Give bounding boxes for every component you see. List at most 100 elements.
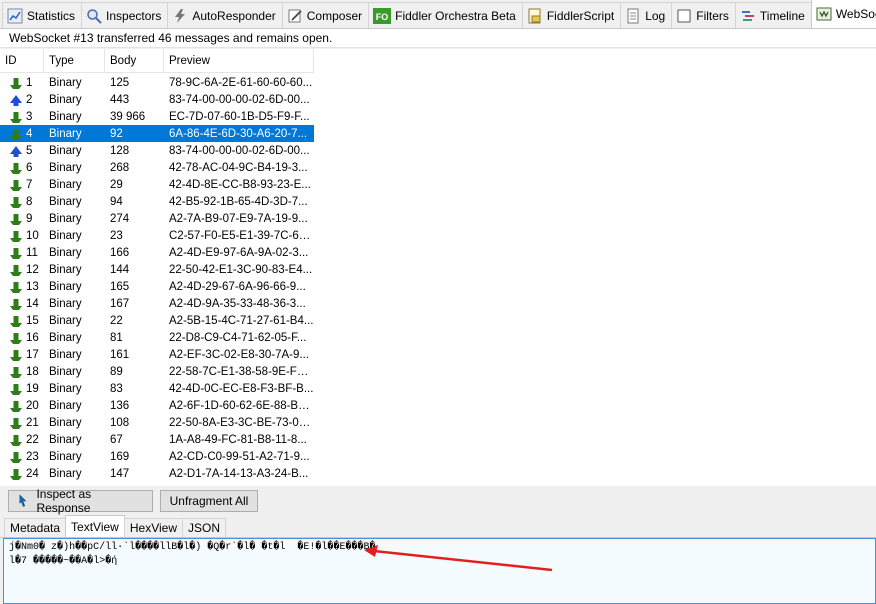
message-type: Binary xyxy=(49,110,82,123)
message-id-cell: 2 xyxy=(0,94,44,106)
message-row[interactable]: 7 Binary 29 42-4D-8E-CC-B8-93-23-E... xyxy=(0,176,314,193)
message-preview: 42-4D-0C-EC-E8-F3-BF-B... xyxy=(169,382,314,395)
message-row[interactable]: 18 Binary 89 22-58-7C-E1-38-58-9E-FE... xyxy=(0,363,314,380)
message-type: Binary xyxy=(49,76,82,89)
inspect-as-response-label: Inspect as Response xyxy=(36,487,92,515)
message-type: Binary xyxy=(49,450,82,463)
message-row[interactable]: 21 Binary 108 22-50-8A-E3-3C-BE-73-00... xyxy=(0,414,314,431)
message-id: 12 xyxy=(26,263,39,276)
subtab-json[interactable]: JSON xyxy=(182,518,227,537)
message-row[interactable]: 6 Binary 268 42-78-AC-04-9C-B4-19-3... xyxy=(0,159,314,176)
column-header-id[interactable]: ID xyxy=(0,49,44,73)
message-row[interactable]: 10 Binary 23 C2-57-F0-E5-E1-39-7C-6E... xyxy=(0,227,314,244)
message-list-header: ID Type Body Preview xyxy=(0,49,314,73)
message-type: Binary xyxy=(49,144,82,157)
message-preview: A2-4D-9A-35-33-48-36-3... xyxy=(169,297,306,310)
message-preview: A2-4D-E9-97-6A-9A-02-3... xyxy=(169,246,309,259)
message-list[interactable]: ID Type Body Preview 1 Binary 125 78-9C-6A-… xyxy=(0,49,876,486)
websocket-icon xyxy=(816,6,832,22)
message-id: 21 xyxy=(26,416,39,429)
tab-filters[interactable]: Filters xyxy=(671,2,736,28)
message-row[interactable]: 22 Binary 67 1A-A8-49-FC-81-B8-11-8... xyxy=(0,431,314,448)
column-header-body[interactable]: Body xyxy=(105,49,164,73)
message-row[interactable]: 11 Binary 166 A2-4D-E9-97-6A-9A-02-3... xyxy=(0,244,314,261)
message-row[interactable]: 14 Binary 167 A2-4D-9A-35-33-48-36-3... xyxy=(0,295,314,312)
message-id: 19 xyxy=(26,382,39,395)
message-row[interactable]: 13 Binary 165 A2-4D-29-67-6A-96-66-9... xyxy=(0,278,314,295)
message-row[interactable]: 4 Binary 92 6A-86-4E-6D-30-A6-20-7... xyxy=(0,125,314,142)
message-type: Binary xyxy=(49,229,82,242)
message-preview: 22-50-8A-E3-3C-BE-73-00... xyxy=(169,416,314,429)
message-row[interactable]: 1 Binary 125 78-9C-6A-2E-61-60-60-60... xyxy=(0,74,314,91)
tab-statistics[interactable]: Statistics xyxy=(2,2,83,28)
tab-log[interactable]: Log xyxy=(620,2,673,28)
message-preview: 22-50-42-E1-3C-90-83-E4... xyxy=(169,263,313,276)
message-row[interactable]: 15 Binary 22 A2-5B-15-4C-71-27-61-B4... xyxy=(0,312,314,329)
message-type: Binary xyxy=(49,331,82,344)
message-preview: A2-5B-15-4C-71-27-61-B4... xyxy=(169,314,314,327)
message-preview: 1A-A8-49-FC-81-B8-11-8... xyxy=(169,433,307,446)
message-id-cell: 14 xyxy=(0,298,44,310)
message-row[interactable]: 24 Binary 147 A2-D1-7A-14-13-A3-24-B... xyxy=(0,465,314,482)
message-preview: A2-CD-C0-99-51-A2-71-9... xyxy=(169,450,310,463)
message-type: Binary xyxy=(49,433,82,446)
message-id-cell: 21 xyxy=(0,417,44,429)
message-id-cell: 1 xyxy=(0,77,44,89)
message-row[interactable]: 17 Binary 161 A2-EF-3C-02-E8-30-7A-9... xyxy=(0,346,314,363)
tab-inspectors[interactable]: Inspectors xyxy=(81,2,169,28)
inspectors-icon xyxy=(86,8,102,24)
message-body-size: 128 xyxy=(110,144,130,157)
message-id: 8 xyxy=(26,195,33,208)
action-button-bar: Inspect as Response Unfragment All xyxy=(0,486,876,516)
message-row[interactable]: 2 Binary 443 83-74-00-00-00-02-6D-00... xyxy=(0,91,314,108)
message-id-cell: 17 xyxy=(0,349,44,361)
message-id: 2 xyxy=(26,93,33,106)
column-header-preview[interactable]: Preview xyxy=(164,49,314,73)
unfragment-all-button[interactable]: Unfragment All xyxy=(160,490,258,512)
message-preview: 42-B5-92-1B-65-4D-3D-7... xyxy=(169,195,308,208)
subtab-hexview[interactable]: HexView xyxy=(123,518,183,537)
message-body-size: 144 xyxy=(110,263,130,276)
message-row[interactable]: 12 Binary 144 22-50-42-E1-3C-90-83-E4... xyxy=(0,261,314,278)
message-row[interactable]: 3 Binary 39 966 EC-7D-07-60-1B-D5-F9-F... xyxy=(0,108,314,125)
message-body-size: 125 xyxy=(110,76,130,89)
message-id: 7 xyxy=(26,178,33,191)
tab-timeline[interactable]: Timeline xyxy=(734,2,812,28)
unfragment-all-label: Unfragment All xyxy=(169,494,249,508)
message-row[interactable]: 9 Binary 274 A2-7A-B9-07-E9-7A-19-9... xyxy=(0,210,314,227)
message-id: 3 xyxy=(26,110,33,123)
message-preview: 83-74-00-00-00-02-6D-00... xyxy=(169,144,310,157)
message-id-cell: 7 xyxy=(0,179,44,191)
message-row[interactable]: 16 Binary 81 22-D8-C9-C4-71-62-05-F... xyxy=(0,329,314,346)
message-id-cell: 22 xyxy=(0,434,44,446)
message-type: Binary xyxy=(49,365,82,378)
message-row[interactable]: 23 Binary 169 A2-CD-C0-99-51-A2-71-9... xyxy=(0,448,314,465)
message-row[interactable]: 5 Binary 128 83-74-00-00-00-02-6D-00... xyxy=(0,142,314,159)
message-id: 17 xyxy=(26,348,39,361)
message-row[interactable]: 19 Binary 83 42-4D-0C-EC-E8-F3-BF-B... xyxy=(0,380,314,397)
message-preview: 42-4D-8E-CC-B8-93-23-E... xyxy=(169,178,311,191)
message-preview: C2-57-F0-E5-E1-39-7C-6E... xyxy=(169,229,314,242)
message-row[interactable]: 20 Binary 136 A2-6F-1D-60-62-6E-88-B2... xyxy=(0,397,314,414)
message-id: 14 xyxy=(26,297,39,310)
subtab-textview[interactable]: TextView xyxy=(65,515,125,537)
script-icon xyxy=(527,8,543,24)
message-id: 13 xyxy=(26,280,39,293)
message-body-size: 23 xyxy=(110,229,123,242)
message-row[interactable]: 8 Binary 94 42-B5-92-1B-65-4D-3D-7... xyxy=(0,193,314,210)
subtab-metadata[interactable]: Metadata xyxy=(4,518,67,537)
tab-label: AutoResponder xyxy=(192,8,276,23)
inspect-as-response-button[interactable]: Inspect as Response xyxy=(8,487,153,515)
message-body-size: 274 xyxy=(110,212,130,225)
message-id-cell: 4 xyxy=(0,128,44,140)
tab-composer[interactable]: Composer xyxy=(281,2,370,28)
detail-subtabs: Metadata TextView HexView JSON xyxy=(0,515,876,538)
message-body-size: 83 xyxy=(110,382,123,395)
tab-fiddler-orchestra-beta[interactable]: FO Fiddler Orchestra Beta xyxy=(368,2,523,28)
column-header-type[interactable]: Type xyxy=(44,49,105,73)
tab-websocket[interactable]: WebSocket xyxy=(810,0,876,28)
message-type: Binary xyxy=(49,467,82,480)
tab-label: Fiddler Orchestra Beta xyxy=(395,8,516,23)
tab-fiddlerscript[interactable]: FiddlerScript xyxy=(521,2,622,28)
tab-autoresponder[interactable]: AutoResponder xyxy=(167,2,283,28)
